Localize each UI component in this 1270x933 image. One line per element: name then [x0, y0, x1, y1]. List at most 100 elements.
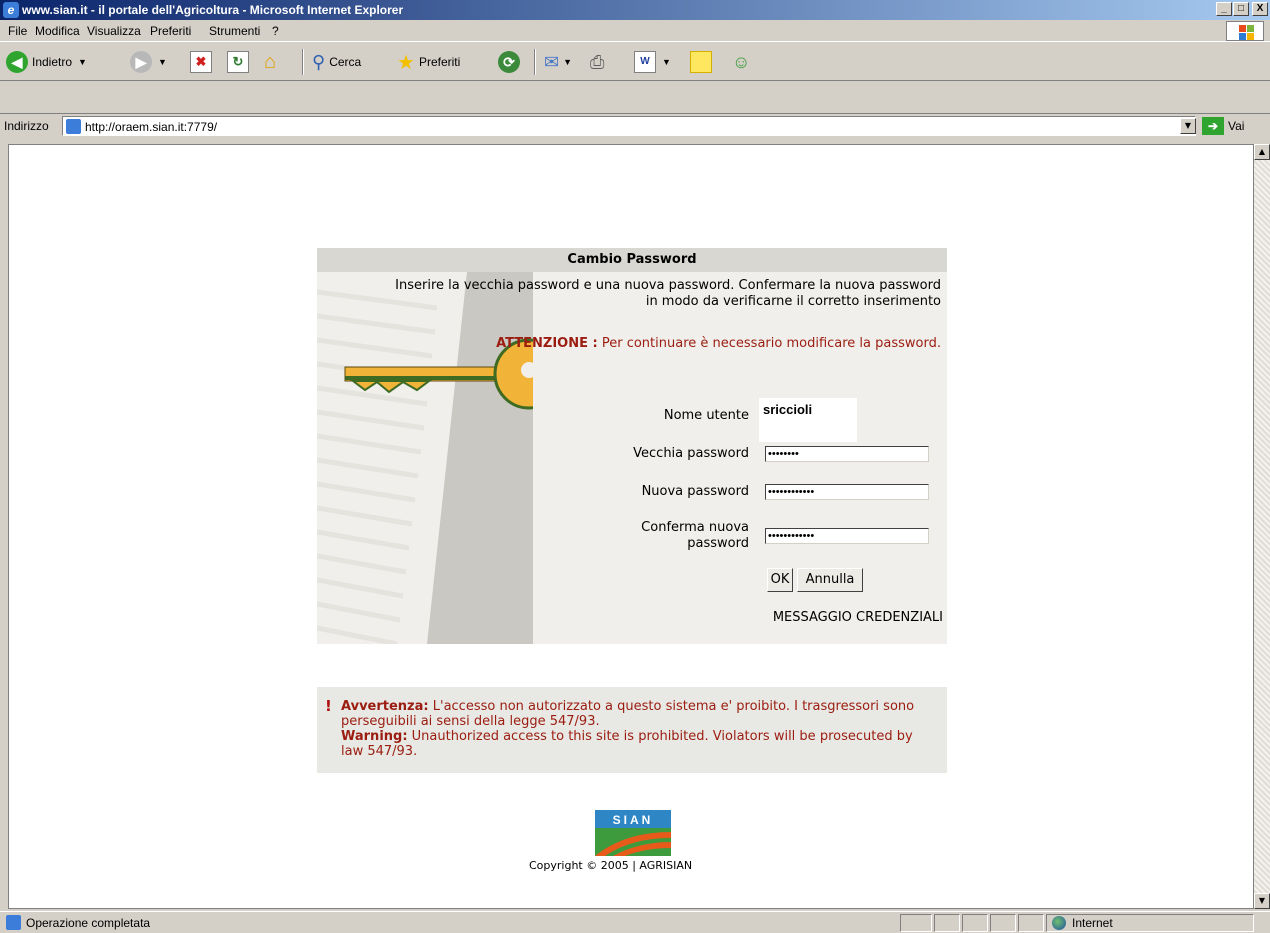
messenger-button[interactable]: ☺	[732, 49, 750, 75]
username-label: Nome utente	[663, 408, 749, 423]
warning-box: ! Avvertenza: L'accesso non autorizzato …	[317, 687, 947, 773]
back-label: Indietro	[32, 55, 73, 69]
scroll-up-icon[interactable]: ▲	[1254, 144, 1270, 160]
credentials-message: MESSAGGIO CREDENZIALI	[772, 610, 943, 625]
status-bar: Operazione completata Internet	[0, 911, 1270, 933]
menu-modifica[interactable]: Modifica	[35, 24, 80, 38]
warning-it-label: Avvertenza:	[341, 699, 429, 714]
warning-en-text: Unauthorized access to this site is proh…	[341, 729, 913, 759]
old-password-input[interactable]	[765, 446, 929, 462]
edit-dropdown-icon: ▼	[662, 57, 671, 67]
cancel-button[interactable]: Annulla	[797, 568, 863, 592]
old-password-label: Vecchia password	[633, 446, 749, 461]
menu-bar: File Modifica Visualizza Preferiti Strum…	[0, 20, 1270, 42]
panel-title: Cambio Password	[317, 248, 947, 272]
intro-line-1: Inserire la vecchia password e una nuova…	[395, 278, 941, 293]
security-zone: Internet	[1052, 916, 1113, 930]
change-password-panel: Cambio Password Inserire la vecchia pass…	[317, 248, 947, 644]
stop-icon: ✖	[190, 51, 212, 73]
copyright-text: Copyright © 2005 | AGRISIAN	[529, 859, 693, 872]
menu-file[interactable]: File	[8, 24, 27, 38]
star-icon: ★	[397, 51, 415, 74]
minimize-button[interactable]: _	[1216, 2, 1232, 16]
maximize-button[interactable]: □	[1233, 2, 1249, 16]
username-value: sriccioli	[763, 402, 813, 417]
back-dropdown-icon: ▼	[78, 57, 87, 67]
ok-button[interactable]: OK	[767, 568, 793, 592]
word-icon: W	[634, 51, 656, 73]
refresh-button[interactable]: ↻	[227, 49, 249, 75]
messenger-icon: ☺	[732, 51, 751, 72]
menu-visualizza[interactable]: Visualizza	[87, 24, 141, 38]
search-label: Cerca	[329, 55, 362, 69]
username-box: sriccioli	[759, 398, 857, 442]
key-illustration	[317, 272, 533, 644]
printer-icon: ⎙	[590, 51, 605, 72]
forward-dropdown-icon: ▼	[158, 57, 167, 67]
sian-logo: SIAN	[595, 810, 671, 856]
favorites-button[interactable]: ★ Preferiti	[397, 49, 460, 75]
menu-strumenti[interactable]: Strumenti	[209, 24, 260, 38]
address-label: Indirizzo	[4, 119, 49, 133]
confirm-label-line-2: password	[687, 536, 749, 551]
edit-button[interactable]: W ▼	[634, 49, 671, 75]
history-button[interactable]: ⟳	[498, 49, 520, 75]
window-titlebar: e www.sian.it - il portale dell'Agricolt…	[0, 0, 1270, 20]
history-icon: ⟳	[498, 51, 520, 73]
warning-text: Avvertenza: L'accesso non autorizzato a …	[341, 699, 921, 759]
address-url: http://oraem.sian.it:7779/	[85, 120, 218, 134]
forward-button[interactable]: ▶ ▼	[130, 49, 167, 75]
status-text: Operazione completata	[26, 916, 151, 930]
mail-button[interactable]: ✉ ▼	[544, 49, 572, 75]
back-button[interactable]: ◀ Indietro ▼	[6, 49, 87, 75]
address-input[interactable]: http://oraem.sian.it:7779/	[62, 116, 1196, 136]
sian-logo-text: SIAN	[613, 813, 654, 827]
home-button[interactable]: ⌂	[264, 49, 276, 75]
warning-icon: !	[325, 697, 332, 715]
scroll-down-icon[interactable]: ▼	[1254, 893, 1270, 909]
note-icon	[690, 51, 712, 73]
attention-label: ATTENZIONE :	[496, 336, 598, 351]
new-password-input[interactable]	[765, 484, 929, 500]
globe-icon	[1052, 916, 1066, 930]
vertical-scrollbar[interactable]: ▲ ▼	[1254, 144, 1270, 909]
favorites-label: Preferiti	[418, 55, 461, 69]
mail-icon: ✉	[544, 51, 560, 72]
attention-message: ATTENZIONE : Per continuare è necessario…	[496, 336, 941, 351]
stop-button[interactable]: ✖	[190, 49, 212, 75]
status-page-icon	[6, 915, 21, 930]
menu-preferiti[interactable]: Preferiti	[150, 24, 191, 38]
zone-label: Internet	[1072, 916, 1113, 930]
search-button[interactable]: ⚲ Cerca	[312, 49, 361, 75]
page-icon	[66, 119, 81, 134]
address-bar: Indirizzo http://oraem.sian.it:7779/ ▼ ➔…	[0, 115, 1270, 137]
page-content: Cambio Password Inserire la vecchia pass…	[8, 144, 1254, 909]
ie-icon: e	[3, 2, 19, 18]
windows-logo-icon	[1226, 21, 1264, 41]
address-dropdown-button[interactable]: ▼	[1180, 118, 1196, 134]
warning-en-label: Warning:	[341, 729, 408, 744]
mail-dropdown-icon: ▼	[563, 57, 573, 67]
menu-help[interactable]: ?	[272, 24, 279, 38]
notes-button[interactable]	[690, 49, 712, 75]
refresh-icon: ↻	[227, 51, 249, 73]
search-icon: ⚲	[312, 51, 326, 72]
confirm-password-input[interactable]	[765, 528, 929, 544]
window-title: www.sian.it - il portale dell'Agricoltur…	[22, 3, 404, 17]
go-label: Vai	[1228, 119, 1245, 133]
go-button[interactable]: ➔ Vai	[1202, 117, 1244, 135]
new-password-label: Nuova password	[641, 484, 749, 499]
print-button[interactable]: ⎙	[590, 49, 604, 75]
go-arrow-icon: ➔	[1202, 117, 1224, 135]
intro-line-2: in modo da verificarne il corretto inser…	[645, 294, 941, 309]
panel-intro: Inserire la vecchia password e una nuova…	[321, 278, 941, 310]
back-arrow-icon: ◀	[6, 51, 28, 73]
home-icon: ⌂	[264, 50, 277, 73]
confirm-label-line-1: Conferma nuova	[641, 520, 749, 535]
close-button[interactable]: X	[1252, 2, 1268, 16]
confirm-password-label: Conferma nuova password	[641, 520, 749, 552]
toolbar-spacer	[0, 82, 1270, 114]
toolbar: ◀ Indietro ▼ ▶ ▼ ✖ ↻ ⌂ ⚲ Cerca ★ Preferi…	[0, 43, 1270, 81]
attention-text: Per continuare è necessario modificare l…	[601, 336, 941, 351]
forward-arrow-icon: ▶	[130, 51, 152, 73]
